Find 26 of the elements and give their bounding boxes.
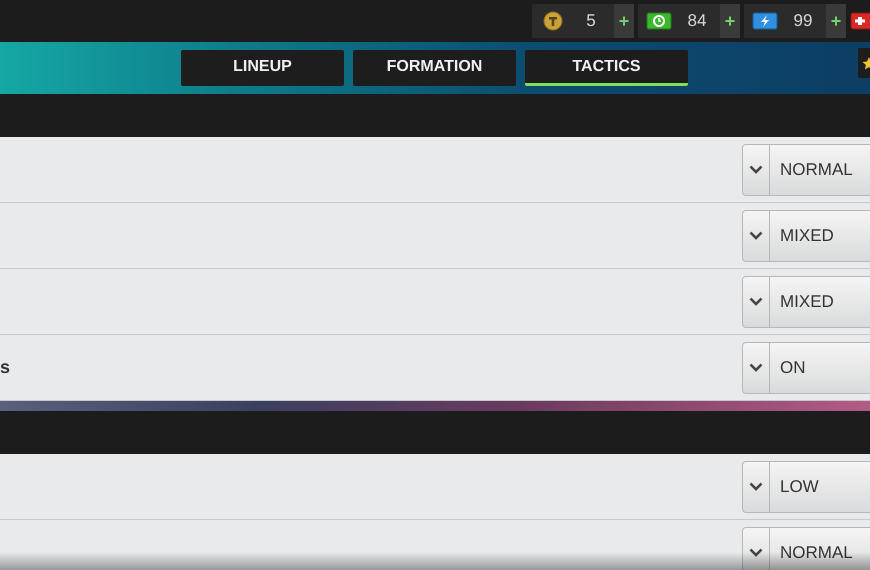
add-button[interactable]: + — [614, 4, 634, 38]
dropdown[interactable]: NORMAL — [742, 526, 870, 570]
currency-amount: 84 — [686, 11, 708, 31]
lightning-icon — [752, 12, 778, 30]
currency-amount: 5 — [585, 11, 597, 31]
dropdown[interactable]: LOW — [742, 460, 870, 512]
add-button[interactable]: + — [720, 4, 740, 38]
dropdown[interactable]: ON — [742, 342, 870, 394]
dropdown[interactable]: MIXED — [742, 210, 870, 262]
medkit-icon — [850, 12, 870, 30]
caret-icon — [749, 297, 763, 306]
tab[interactable]: LINEUP — [181, 50, 344, 86]
tab[interactable]: TACTICS — [525, 50, 688, 86]
caret-icon — [749, 363, 763, 372]
caret-icon — [749, 482, 763, 491]
currency-amount: 99 — [792, 11, 814, 31]
setting-label: s — [0, 357, 10, 378]
caret-icon — [749, 231, 763, 240]
dropdown[interactable]: NORMAL — [742, 144, 870, 196]
caret-icon — [749, 548, 763, 557]
dropdown[interactable]: MIXED — [742, 276, 870, 328]
cash-icon — [646, 12, 672, 30]
coin-icon — [543, 11, 563, 31]
add-button[interactable]: + — [826, 4, 846, 38]
tab[interactable]: FORMATION — [353, 50, 516, 86]
caret-icon — [749, 165, 763, 174]
